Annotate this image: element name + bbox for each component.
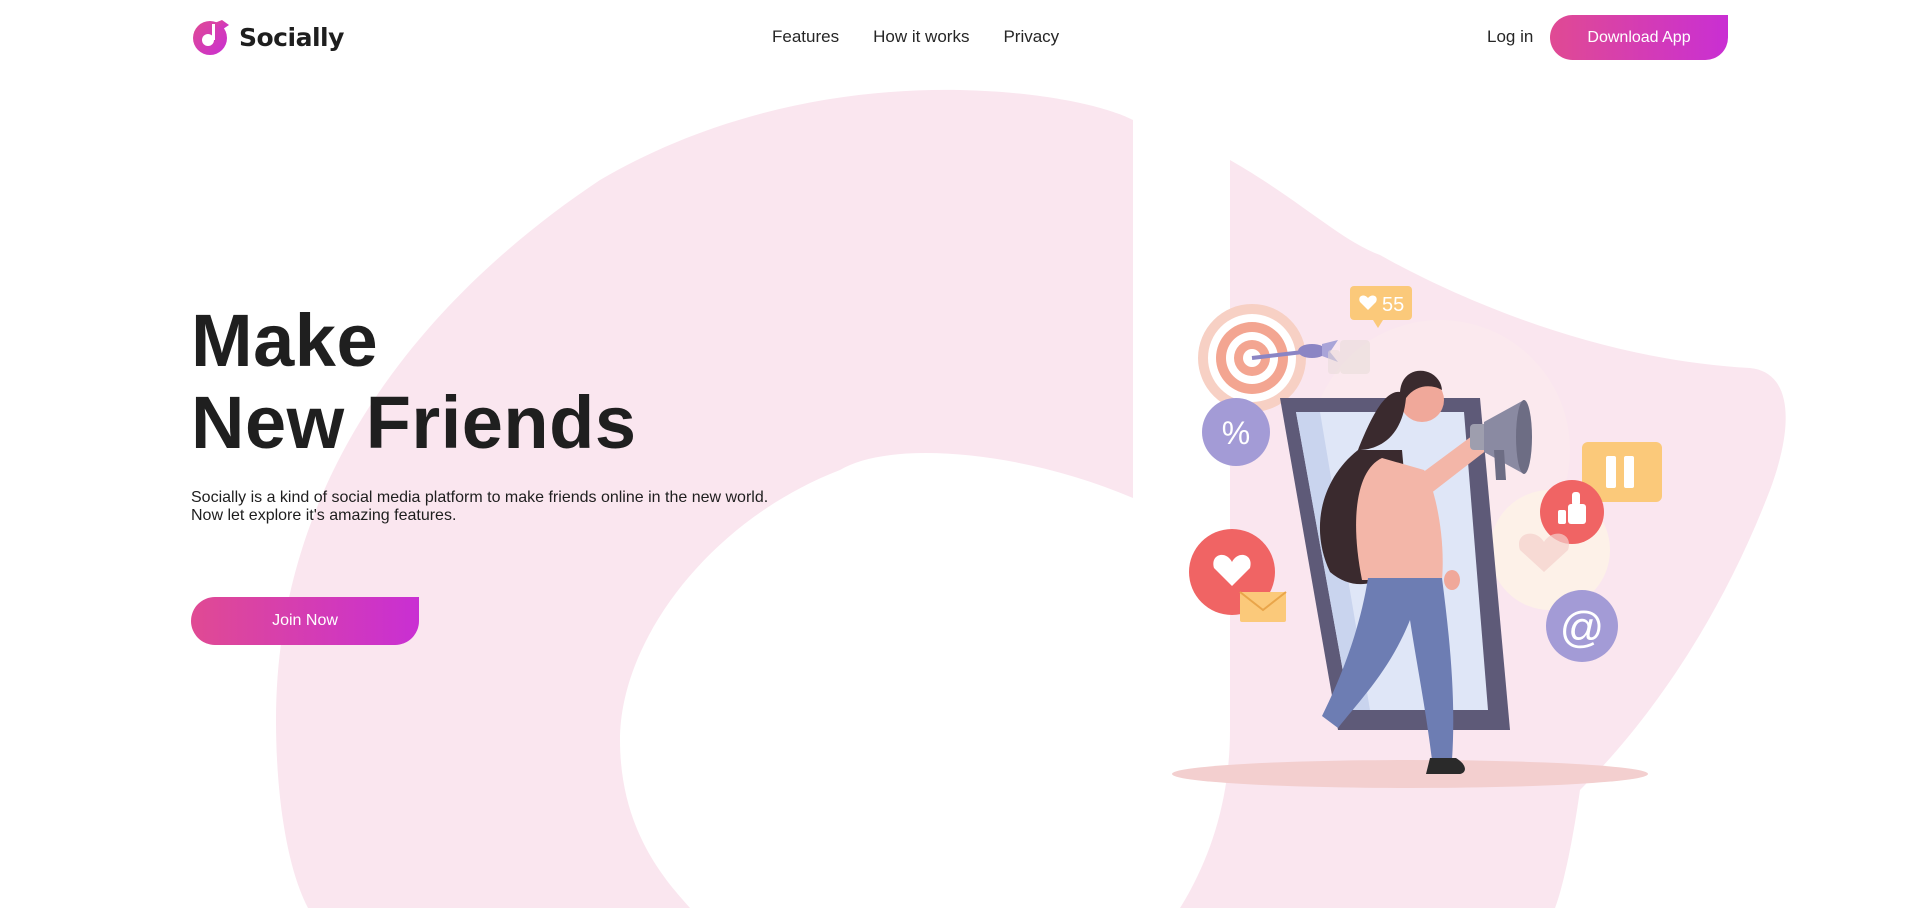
navbar: Socially Features How it works Privacy L… (0, 0, 1910, 76)
hero-description: Socially is a kind of social media platf… (191, 489, 811, 525)
logo[interactable]: Socially (191, 18, 344, 56)
nav-links: Features How it works Privacy (772, 27, 1059, 47)
at-icon: @ (1546, 590, 1618, 662)
download-app-button[interactable]: Download App (1550, 15, 1728, 60)
hero-illustration: 55 % @ (1172, 286, 1662, 788)
like-bubble-icon: 55 (1350, 286, 1412, 328)
percent-symbol: % (1222, 415, 1250, 451)
nav-link-how-it-works[interactable]: How it works (873, 27, 969, 47)
thumbs-up-icon (1540, 480, 1604, 544)
like-count: 55 (1382, 294, 1404, 316)
logo-icon (193, 20, 229, 55)
nav-link-features[interactable]: Features (772, 27, 839, 47)
at-symbol: @ (1560, 603, 1605, 652)
nav-link-privacy[interactable]: Privacy (1003, 27, 1059, 47)
hero-title-line2: New Friends (191, 381, 637, 464)
hero-description-line1: Socially is a kind of social media platf… (191, 489, 769, 506)
floor-shadow (1172, 760, 1648, 788)
brand-name: Socially (239, 22, 344, 52)
login-link[interactable]: Log in (1487, 27, 1533, 47)
hero-title: Make New Friends (191, 300, 637, 464)
hero-title-line1: Make (191, 299, 379, 382)
envelope-icon (1239, 591, 1287, 622)
hero-description-line2: Now let explore it's amazing features. (191, 507, 457, 524)
percent-icon: % (1202, 398, 1270, 466)
join-now-button[interactable]: Join Now (191, 597, 419, 645)
